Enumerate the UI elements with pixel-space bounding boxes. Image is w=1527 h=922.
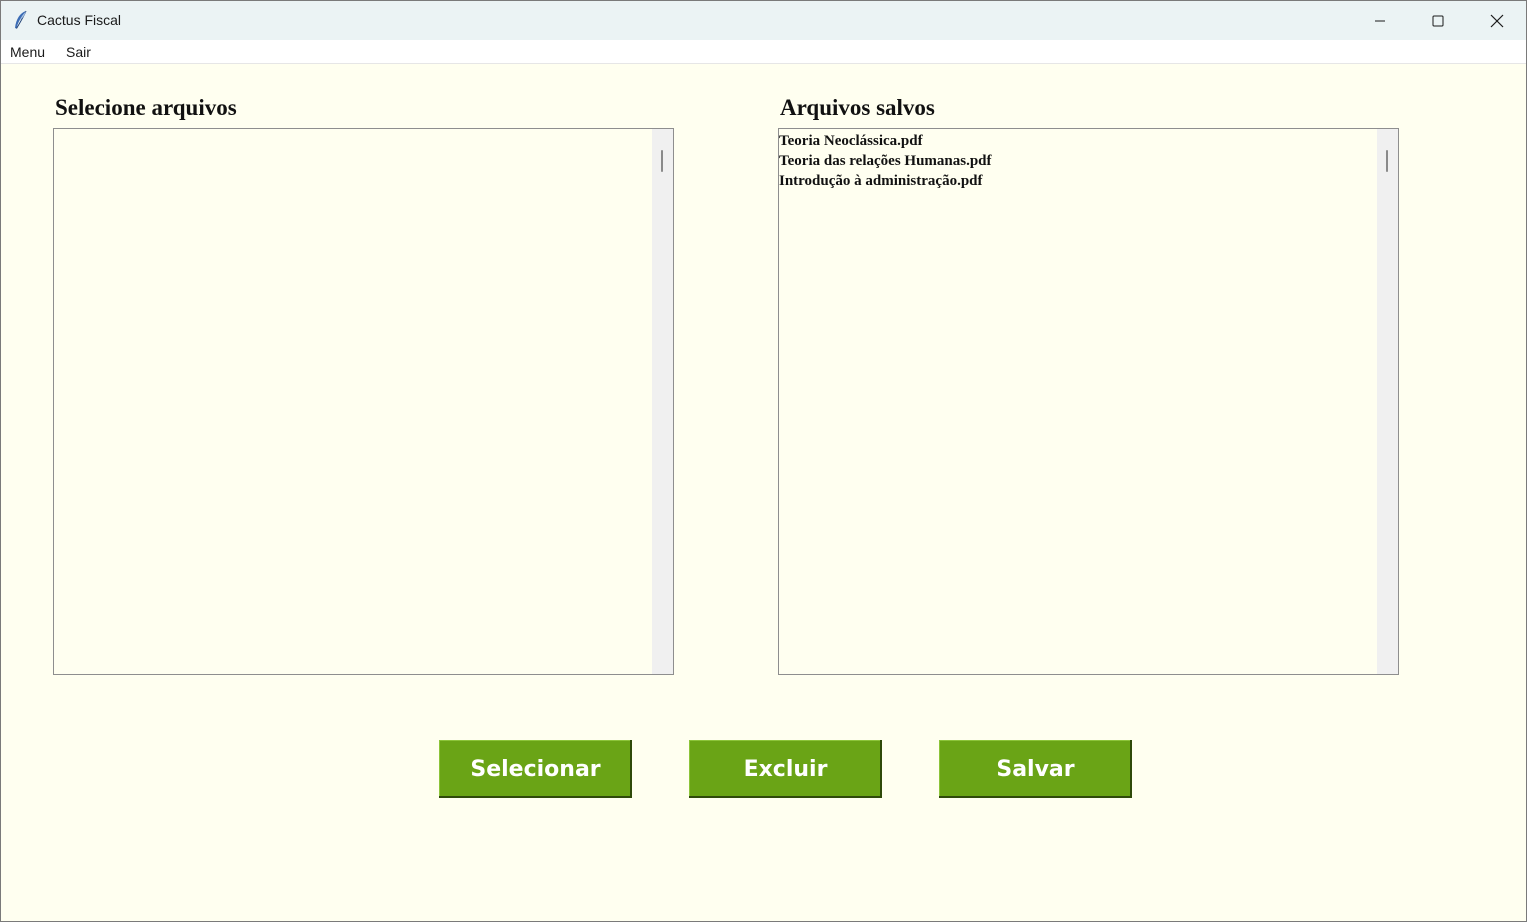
title-bar[interactable]: Cactus Fiscal (1, 1, 1526, 40)
select-files-scrollbar[interactable] (652, 129, 673, 674)
list-item[interactable]: Introdução à administração.pdf (779, 171, 1377, 191)
menu-bar: Menu Sair (1, 40, 1526, 64)
window-title: Cactus Fiscal (37, 12, 122, 28)
save-button[interactable]: Salvar (939, 740, 1132, 798)
menu-item-sair[interactable]: Sair (66, 44, 91, 60)
list-item[interactable]: Teoria das relações Humanas.pdf (779, 151, 1377, 171)
select-button[interactable]: Selecionar (439, 740, 632, 798)
maximize-button[interactable] (1409, 1, 1467, 40)
saved-files-listbox[interactable]: Teoria Neoclássica.pdf Teoria das relaçõ… (778, 128, 1399, 675)
menu-item-menu[interactable]: Menu (10, 44, 45, 60)
scrollbar-thumb[interactable] (661, 150, 663, 172)
close-button[interactable] (1468, 1, 1526, 40)
close-icon (1490, 14, 1504, 28)
maximize-icon (1432, 15, 1444, 27)
saved-files-list: Teoria Neoclássica.pdf Teoria das relaçõ… (779, 131, 1377, 191)
delete-button[interactable]: Excluir (689, 740, 882, 798)
select-files-title: Selecione arquivos (55, 95, 237, 120)
saved-files-title: Arquivos salvos (780, 95, 935, 120)
scrollbar-thumb[interactable] (1386, 150, 1388, 172)
select-files-listbox[interactable] (53, 128, 674, 675)
minimize-button[interactable] (1351, 1, 1409, 40)
saved-files-scrollbar[interactable] (1377, 129, 1398, 674)
minimize-icon (1374, 15, 1386, 27)
app-window: Cactus Fiscal Menu Sair Selecione arquiv… (0, 0, 1527, 922)
list-item[interactable]: Teoria Neoclássica.pdf (779, 131, 1377, 151)
feather-icon (13, 10, 29, 30)
